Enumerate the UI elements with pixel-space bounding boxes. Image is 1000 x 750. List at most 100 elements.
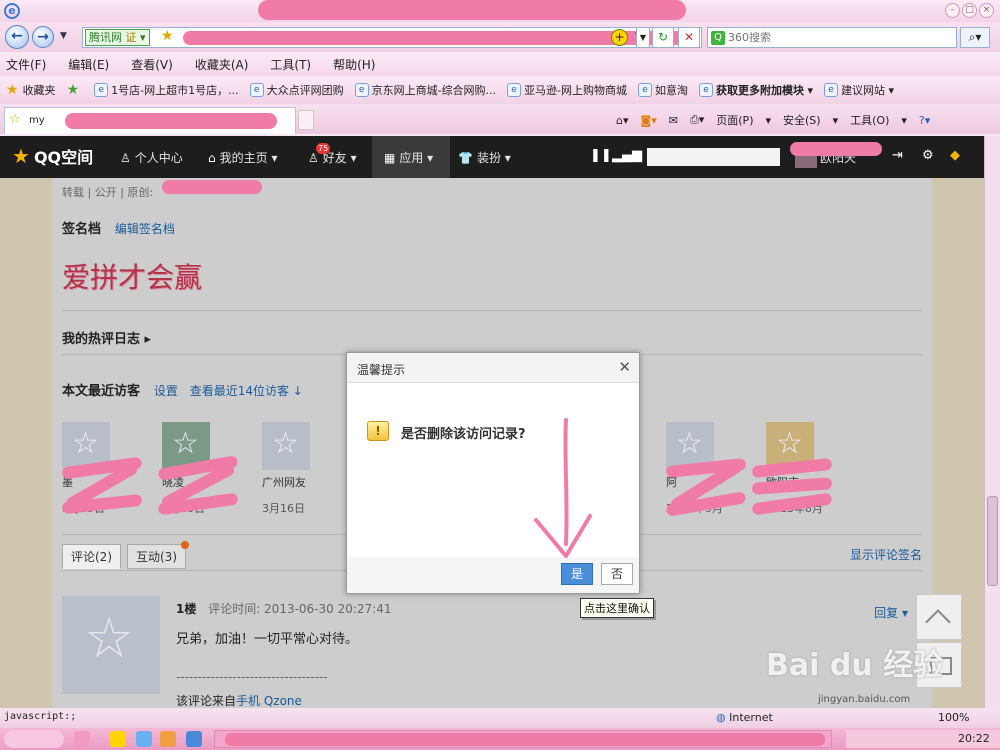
back-button[interactable]: ← [5, 25, 29, 49]
diamond-icon[interactable]: ◆ [950, 148, 960, 163]
add-favorite-button[interactable]: ★ [67, 82, 84, 98]
comment-time: 评论时间: 2013-06-30 20:27:41 [208, 602, 392, 616]
vertical-scrollbar[interactable] [984, 136, 1000, 708]
mail-icon[interactable]: ✉ [669, 114, 678, 127]
redacted-meta [162, 180, 262, 194]
new-tab-button[interactable] [298, 110, 314, 130]
favorites-button[interactable]: ★ 收藏夹 [6, 82, 56, 98]
quicklaunch-icon[interactable] [186, 731, 202, 747]
back-to-top-button[interactable] [916, 594, 962, 640]
menu-bar: 文件(F) 编辑(E) 查看(V) 收藏夹(A) 工具(T) 帮助(H) [0, 52, 1000, 76]
visitors-settings-link[interactable]: 设置 [154, 384, 178, 398]
quicklaunch-icon[interactable] [110, 731, 126, 747]
tab-bar: ☆ my ⌂▾ ◙▾ ✉ ⎙▾ 页面(P) ▾ 安全(S) ▾ 工具(O) ▾ ?▾ [0, 104, 1000, 134]
rss-icon[interactable]: ◙▾ [641, 114, 657, 127]
forward-button[interactable]: → [32, 26, 54, 48]
nav-home[interactable]: ⌂ 我的主页 ▾ [208, 149, 277, 166]
ie-logo-icon: e [4, 3, 20, 19]
address-bar[interactable]: 腾讯网 证 ▾ ★ + ▼ [82, 27, 702, 48]
show-comment-signature-link[interactable]: 显示评论签名 [850, 546, 922, 563]
scrollbar-thumb[interactable] [987, 496, 998, 586]
refresh-button[interactable]: ↻ [652, 27, 674, 48]
mobile-qzone-link[interactable]: 手机 Qzone [236, 694, 302, 708]
close-window-button[interactable]: × [979, 3, 994, 18]
volume-bars-icon[interactable]: ▂▄▆ [612, 148, 642, 163]
zoom-level[interactable]: 100% [938, 711, 969, 724]
signature-header: 签名档 编辑签名档 [62, 218, 922, 237]
baidu-watermark-url: jingyan.baidu.com [818, 694, 911, 705]
taskbar-window-button[interactable] [214, 730, 832, 748]
history-dropdown-icon[interactable]: ▼ [60, 31, 67, 41]
redacted-visitor-scribble [61, 456, 143, 515]
nav-decorate[interactable]: 👕 装扮 ▾ [458, 149, 511, 166]
menu-favorites[interactable]: 收藏夹(A) [195, 56, 249, 73]
nav-apps[interactable]: ▦ 应用 ▾ [384, 149, 433, 166]
site-identity-badge[interactable]: 腾讯网 证 ▾ [85, 29, 150, 46]
favorite-link[interactable]: e 大众点评网团购 [249, 82, 344, 98]
plugin-icon[interactable]: + [611, 29, 628, 46]
commenter-avatar[interactable] [62, 596, 160, 694]
comment-text: 兄弟，加油！一切平常心对待。 [176, 632, 359, 647]
menu-edit[interactable]: 编辑(E) [68, 56, 109, 73]
pause-icon[interactable]: ❚❚ [590, 148, 612, 163]
redacted-title [258, 0, 686, 20]
edit-signature-link[interactable]: 编辑签名档 [115, 222, 175, 236]
browser-tab[interactable]: ☆ my [4, 107, 296, 134]
star-icon[interactable]: ★ [161, 28, 174, 44]
no-button[interactable]: 否 [601, 563, 633, 585]
tools-menu[interactable]: 工具(O) ▾ [850, 112, 907, 128]
menu-view[interactable]: 查看(V) [131, 56, 173, 73]
redacted-url [183, 31, 683, 45]
favorite-link[interactable]: e 获取更多附加模块 ▾ [699, 82, 813, 98]
reply-button[interactable]: 回复 ▾ [874, 604, 908, 621]
qzone-search-box[interactable] [647, 148, 780, 166]
search-engine-icon[interactable]: Q [711, 31, 725, 45]
print-icon[interactable]: ⎙▾ [690, 113, 704, 127]
qzone-star-icon: ★ [12, 144, 30, 168]
refresh-icon: ↻ [657, 30, 669, 44]
safety-menu[interactable]: 安全(S) ▾ [783, 112, 838, 128]
qzone-logo[interactable]: ★ QQ空间 [12, 144, 93, 168]
page-viewport: ★ QQ空间 ♙ 个人中心 ⌂ 我的主页 ▾ ♙ 好友 ▾ 75 ▦ 应用 ▾ 👕 装扮 ▾… [0, 136, 1000, 708]
page-icon: e [638, 83, 653, 97]
address-history-button[interactable]: ▼ [636, 27, 650, 48]
menu-file[interactable]: 文件(F) [6, 56, 46, 73]
yes-button[interactable]: 是 [561, 563, 593, 585]
quicklaunch-icon[interactable] [136, 731, 152, 747]
visitor-name[interactable]: 广州网友 [262, 474, 352, 490]
favorite-link[interactable]: e 亚马逊-网上购物商城 [507, 82, 627, 98]
maximize-button[interactable]: □ [962, 3, 977, 18]
nav-friends[interactable]: ♙ 好友 ▾ [308, 149, 357, 166]
close-icon[interactable]: ✕ [618, 358, 631, 376]
help-icon[interactable]: ?▾ [919, 114, 930, 127]
comment-floor: 1楼 [176, 602, 197, 616]
stop-button[interactable]: ✕ [678, 27, 700, 48]
hot-logs-link[interactable]: 我的热评日志 ▸ [62, 328, 922, 347]
search-box[interactable]: Q [707, 27, 957, 48]
minimize-button[interactable]: – [945, 3, 960, 18]
quicklaunch-icon[interactable] [160, 731, 176, 747]
visitor-item[interactable]: 广州网友 3月16日 [262, 422, 352, 516]
magnifier-icon: ⌕▾ [968, 30, 982, 44]
quicklaunch-icon[interactable] [74, 731, 90, 747]
page-menu[interactable]: 页面(P) ▾ [716, 112, 771, 128]
view-more-visitors-link[interactable]: 查看最近14位访客 ↓ [190, 384, 303, 398]
home-icon[interactable]: ⌂▾ [616, 114, 629, 127]
favorite-link[interactable]: e 京东网上商城-综合网购... [354, 82, 496, 98]
security-zone[interactable]: ◍ Internet [716, 711, 773, 724]
menu-tools[interactable]: 工具(T) [270, 56, 311, 73]
tab-comments[interactable]: 评论(2) [62, 544, 121, 569]
logout-icon[interactable]: ⇥ [892, 148, 903, 163]
favorite-link[interactable]: e 1号店-网上超市1号店，... [94, 82, 239, 98]
nav-profile[interactable]: ♙ 个人中心 [120, 149, 183, 166]
search-input[interactable] [728, 30, 948, 45]
favorite-link[interactable]: e 建议网站 ▾ [824, 82, 894, 98]
tab-interact[interactable]: 互动(3) [127, 541, 189, 569]
start-button[interactable] [4, 730, 64, 748]
visitor-avatar[interactable] [262, 422, 310, 470]
menu-help[interactable]: 帮助(H) [333, 56, 375, 73]
dialog-header: 温馨提示 ✕ [347, 353, 639, 383]
favorite-link[interactable]: e 如意淘 [638, 82, 688, 98]
gear-icon[interactable]: ⚙ [922, 148, 934, 163]
search-button[interactable]: ⌕▾ [960, 27, 990, 48]
